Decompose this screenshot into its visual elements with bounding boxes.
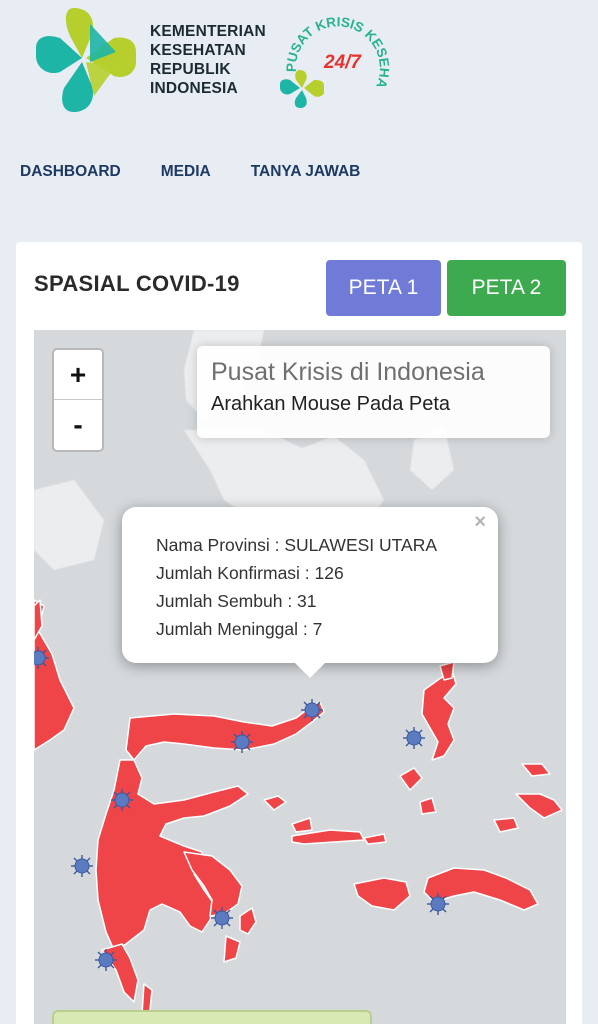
covid-map[interactable]: + - Pusat Krisis di Indonesia Arahkan Mo… (34, 330, 566, 1024)
virus-icon[interactable] (300, 698, 324, 722)
ministry-line-1: KEMENTERIAN (150, 23, 266, 40)
info-title: Pusat Krisis di Indonesia (211, 358, 485, 386)
main-nav: DASHBOARD MEDIA TANYA JAWAB (20, 163, 360, 181)
virus-icon[interactable] (210, 906, 234, 930)
popup-province: Nama Provinsi : SULAWESI UTARA (156, 535, 438, 555)
virus-icon[interactable] (94, 948, 118, 972)
popup-tip (292, 660, 328, 678)
map-info-box: Pusat Krisis di Indonesia Arahkan Mouse … (197, 346, 550, 438)
popup-deaths: Jumlah Meninggal : 7 (156, 619, 323, 639)
zoom-control: + - (52, 348, 104, 452)
ministry-line-2: KESEHATAN (150, 42, 246, 59)
zoom-out-button[interactable]: - (54, 400, 102, 450)
popup-recovered: Jumlah Sembuh : 31 (156, 591, 317, 611)
zoom-in-button[interactable]: + (54, 350, 102, 400)
virus-icon[interactable] (426, 892, 450, 916)
virus-icon[interactable] (34, 646, 50, 670)
popup-close-button[interactable]: × (474, 511, 486, 534)
virus-icon[interactable] (70, 854, 94, 878)
virus-icon[interactable] (230, 730, 254, 754)
ministry-name: KEMENTERIAN KESEHATAN REPUBLIK INDONESIA (150, 22, 266, 98)
province-popup: × Nama Provinsi : SULAWESI UTARA Jumlah … (122, 507, 498, 663)
peta-1-button[interactable]: PETA 1 (326, 260, 441, 316)
kemenkes-logo (36, 8, 136, 112)
badge-arc-text: PUSAT KRISIS KESEHATAN (276, 10, 392, 90)
spasial-card: SPASIAL COVID-19 PETA 1 PETA 2 + - Pusat… (16, 242, 582, 1024)
ministry-line-4: INDONESIA (150, 80, 238, 97)
map-legend (52, 1010, 372, 1024)
peta-2-button[interactable]: PETA 2 (447, 260, 566, 316)
ministry-line-3: REPUBLIK (150, 61, 231, 78)
badge-number: 24/7 (323, 52, 362, 73)
nav-dashboard[interactable]: DASHBOARD (20, 163, 121, 181)
site-header: KEMENTERIAN KESEHATAN REPUBLIK INDONESIA… (0, 0, 598, 222)
virus-icon[interactable] (402, 726, 426, 750)
info-subtitle: Arahkan Mouse Pada Peta (211, 393, 451, 415)
pusat-krisis-logo: PUSAT KRISIS KESEHATAN 24/7 (276, 10, 392, 108)
nav-tanya-jawab[interactable]: TANYA JAWAB (251, 163, 361, 181)
card-title: SPASIAL COVID-19 (34, 271, 240, 296)
nav-media[interactable]: MEDIA (161, 163, 211, 181)
svg-text:PUSAT KRISIS KESEHATAN: PUSAT KRISIS KESEHATAN (276, 10, 392, 90)
virus-icon[interactable] (110, 788, 134, 812)
popup-confirmed: Jumlah Konfirmasi : 126 (156, 563, 344, 583)
